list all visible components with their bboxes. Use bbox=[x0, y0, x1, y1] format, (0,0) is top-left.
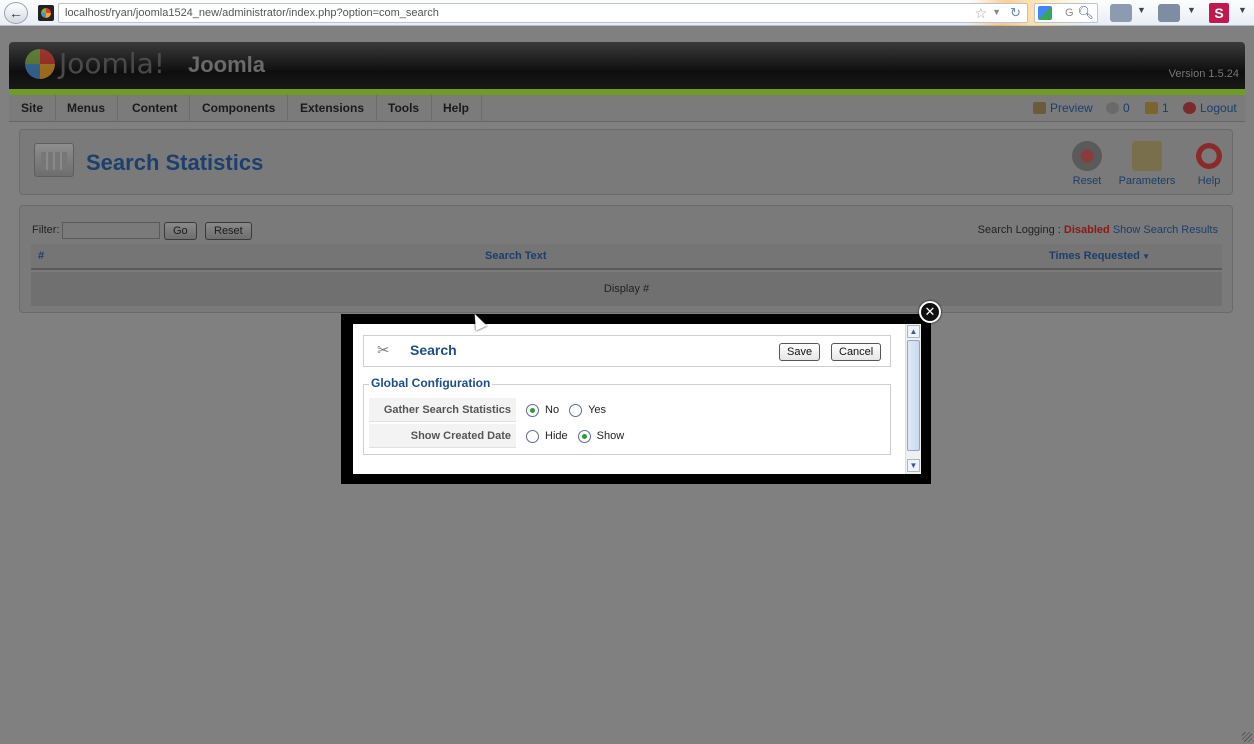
go-button[interactable]: Go bbox=[164, 222, 197, 240]
table-footer: Display # bbox=[31, 272, 1222, 306]
save-button[interactable]: Save bbox=[779, 343, 821, 361]
site-name: Joomla bbox=[188, 52, 266, 77]
logout-icon bbox=[1183, 102, 1196, 114]
col-number: # bbox=[38, 250, 45, 262]
modal-title: Search bbox=[410, 342, 457, 358]
url-dropdown-icon[interactable]: ▼ bbox=[992, 7, 1001, 17]
admin-header: Joomla! Joomla Version 1.5.24 bbox=[9, 42, 1245, 92]
joomla-logo: Joomla! bbox=[25, 47, 165, 80]
users-link[interactable]: 1 bbox=[1145, 95, 1169, 122]
tools-icon[interactable] bbox=[1158, 4, 1180, 22]
scroll-thumb[interactable] bbox=[907, 340, 920, 451]
extension-dropdown-icon[interactable]: ▼ bbox=[1137, 5, 1146, 15]
created-date-hide-radio[interactable] bbox=[526, 429, 539, 443]
reset-toolbar-button[interactable]: Reset bbox=[1070, 141, 1104, 187]
menu-components[interactable]: Components bbox=[190, 95, 289, 122]
parameters-toolbar-label: Parameters bbox=[1118, 175, 1176, 187]
messages-count: 0 bbox=[1123, 101, 1130, 115]
menu-extensions[interactable]: Extensions bbox=[288, 95, 378, 122]
extension-s-icon[interactable]: S bbox=[1209, 3, 1229, 23]
col-times-requested[interactable]: Times Requested ▼ bbox=[1049, 250, 1150, 262]
show-created-date-radios: Hide Show bbox=[526, 424, 634, 448]
page-title: Search Statistics bbox=[86, 150, 264, 175]
gather-statistics-radios: No Yes bbox=[526, 398, 616, 422]
scroll-down-icon[interactable]: ▼ bbox=[907, 459, 920, 472]
modal-scrollbar[interactable]: ▲ ▼ bbox=[905, 324, 921, 474]
menu-help[interactable]: Help bbox=[431, 95, 483, 122]
logging-value: Disabled bbox=[1063, 224, 1110, 236]
col-search-text[interactable]: Search Text bbox=[485, 250, 547, 262]
search-logging-status: Search Logging : Disabled Show Search Re… bbox=[978, 224, 1218, 236]
gather-statistics-no-radio[interactable] bbox=[526, 403, 539, 417]
tools-dropdown-icon[interactable]: ▼ bbox=[1187, 5, 1196, 15]
filter-reset-button[interactable]: Reset bbox=[205, 222, 252, 240]
reset-icon bbox=[1072, 141, 1102, 171]
filter-label: Filter: bbox=[32, 224, 60, 236]
browser-toolbar: ← localhost/ryan/joomla1524_new/administ… bbox=[0, 0, 1254, 26]
bookmark-star-icon[interactable]: ☆ bbox=[974, 5, 987, 22]
fieldset-legend: Global Configuration bbox=[369, 376, 493, 390]
gather-statistics-no-label[interactable]: No bbox=[545, 404, 559, 416]
lifebuoy-icon bbox=[1194, 141, 1224, 171]
search-icon[interactable]: 🔍︎ bbox=[1077, 5, 1094, 21]
created-date-show-label[interactable]: Show bbox=[597, 430, 625, 442]
logout-link[interactable]: Logout bbox=[1183, 95, 1237, 122]
created-date-hide-label[interactable]: Hide bbox=[545, 430, 568, 442]
search-box[interactable]: G 🔍︎ bbox=[1034, 3, 1098, 23]
address-bar[interactable]: localhost/ryan/joomla1524_new/administra… bbox=[58, 3, 1028, 23]
resize-grip-icon[interactable] bbox=[1242, 732, 1252, 742]
menu-menus[interactable]: Menus bbox=[55, 95, 119, 122]
messages-icon bbox=[1106, 102, 1119, 114]
main-menu: Site Menus Content Components Extensions… bbox=[9, 95, 1245, 122]
reload-icon[interactable]: ↻ bbox=[1010, 5, 1021, 21]
modal-window: ✂ Search Save Cancel Global Configuratio… bbox=[341, 314, 931, 484]
parameters-icon bbox=[1132, 141, 1162, 171]
menu-site[interactable]: Site bbox=[9, 95, 57, 122]
toolbar: Search Statistics Reset Parameters Help bbox=[19, 129, 1233, 195]
sort-desc-icon: ▼ bbox=[1139, 252, 1151, 261]
table-header: # Search Text Times Requested ▼ bbox=[31, 244, 1222, 270]
search-engine-letter: G bbox=[1065, 7, 1074, 19]
gather-statistics-yes-radio[interactable] bbox=[569, 403, 583, 417]
back-button[interactable]: ← bbox=[4, 2, 28, 24]
show-search-results-link[interactable]: Show Search Results bbox=[1113, 224, 1218, 236]
logo-text: Joomla! bbox=[59, 47, 165, 80]
preview-icon bbox=[1033, 102, 1046, 114]
url-text: localhost/ryan/joomla1524_new/administra… bbox=[65, 7, 439, 19]
parameters-toolbar-button[interactable]: Parameters bbox=[1118, 141, 1176, 187]
joomla-logo-icon bbox=[25, 48, 55, 79]
help-toolbar-button[interactable]: Help bbox=[1192, 141, 1226, 187]
extension-s-dropdown-icon[interactable]: ▼ bbox=[1238, 5, 1247, 15]
col-times-requested-label: Times Requested bbox=[1049, 250, 1140, 262]
users-count: 1 bbox=[1162, 101, 1169, 115]
scroll-up-icon[interactable]: ▲ bbox=[907, 325, 920, 338]
gather-statistics-yes-label[interactable]: Yes bbox=[588, 404, 606, 416]
preview-label: Preview bbox=[1050, 101, 1093, 115]
messages-link[interactable]: 0 bbox=[1106, 95, 1130, 122]
help-toolbar-label: Help bbox=[1197, 175, 1221, 187]
search-statistics-panel: Filter: Go Reset Search Logging : Disabl… bbox=[19, 205, 1233, 313]
logging-label: Search Logging : bbox=[977, 224, 1061, 236]
modal-close-icon[interactable]: ✕ bbox=[919, 301, 941, 323]
version-text: Version 1.5.24 bbox=[1168, 68, 1239, 80]
menu-content[interactable]: Content bbox=[120, 95, 191, 122]
filter-input[interactable] bbox=[62, 222, 160, 239]
cancel-button[interactable]: Cancel bbox=[831, 343, 882, 361]
modal-content: ✂ Search Save Cancel Global Configuratio… bbox=[353, 324, 907, 474]
created-date-show-radio[interactable] bbox=[577, 429, 591, 443]
modal-toolbar: ✂ Search Save Cancel bbox=[363, 335, 891, 367]
gather-statistics-label: Gather Search Statistics bbox=[369, 398, 516, 422]
search-config-icon: ✂ bbox=[377, 342, 390, 359]
preview-link[interactable]: Preview bbox=[1033, 95, 1093, 122]
users-icon bbox=[1145, 102, 1158, 114]
global-configuration-fieldset: Global Configuration Gather Search Stati… bbox=[363, 376, 891, 455]
joomla-favicon-icon bbox=[38, 5, 54, 21]
logout-label: Logout bbox=[1200, 101, 1237, 115]
show-created-date-label: Show Created Date bbox=[369, 424, 516, 448]
reset-toolbar-label: Reset bbox=[1072, 175, 1102, 187]
google-icon[interactable] bbox=[1038, 6, 1052, 20]
search-statistics-icon bbox=[34, 143, 74, 177]
menu-tools[interactable]: Tools bbox=[376, 95, 433, 122]
extension-toolbar-icon[interactable] bbox=[1110, 4, 1132, 22]
